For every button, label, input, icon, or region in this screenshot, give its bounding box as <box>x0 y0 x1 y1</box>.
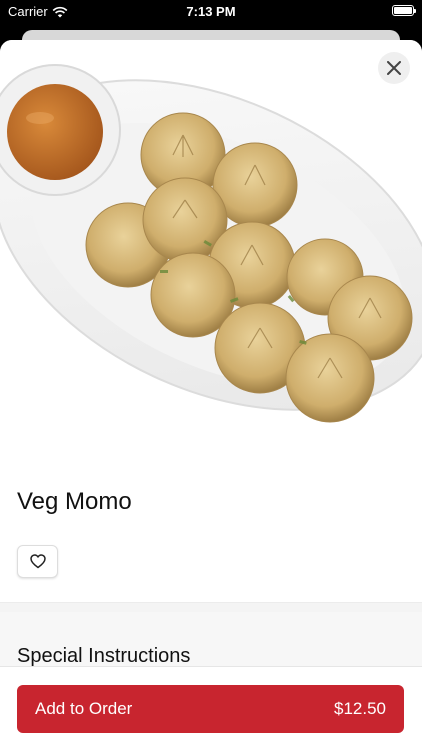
favorite-button[interactable] <box>17 545 58 578</box>
item-title: Veg Momo <box>17 488 132 515</box>
status-time: 7:13 PM <box>186 4 236 19</box>
special-instructions-title: Special Instructions <box>17 645 191 667</box>
momo-plate-photo <box>0 64 422 423</box>
close-button[interactable] <box>378 52 410 84</box>
add-to-order-button[interactable]: Add to Order $12.50 <box>17 685 404 733</box>
item-image <box>0 40 422 455</box>
status-bar: Carrier 7:13 PM <box>0 0 422 22</box>
add-to-order-label: Add to Order <box>35 699 133 718</box>
heart-icon <box>29 554 46 569</box>
order-price: $12.50 <box>334 699 386 718</box>
app-screen: Carrier 7:13 PM Veg Momo Special Instruc… <box>0 0 422 750</box>
close-icon <box>387 61 401 75</box>
bottom-action-bar: Add to Order $12.50 <box>0 666 422 750</box>
battery-icon <box>392 5 416 16</box>
item-detail-sheet: Veg Momo Special Instructions Add to Ord… <box>0 40 422 750</box>
